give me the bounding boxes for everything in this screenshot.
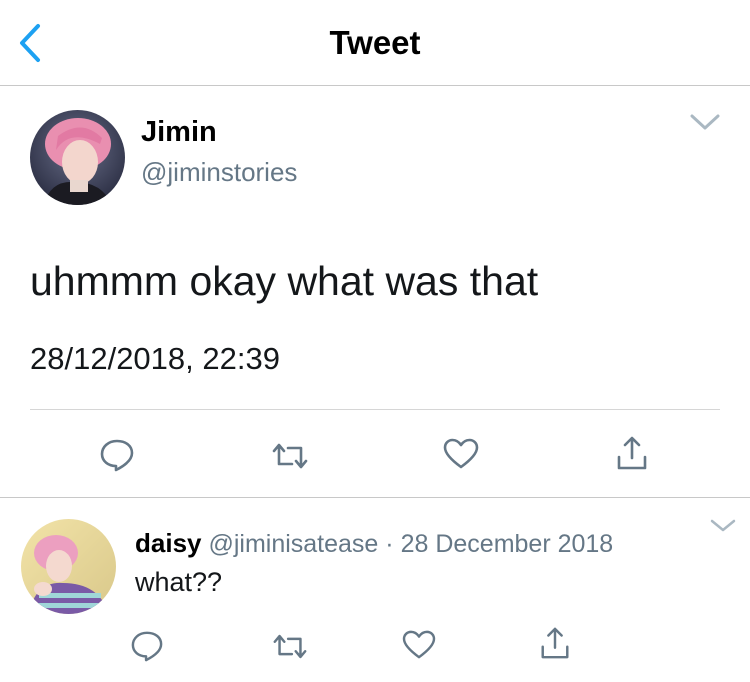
separator-dot: ·	[385, 530, 394, 558]
divider	[30, 409, 720, 410]
author-handle[interactable]: @jiminstories	[141, 157, 297, 188]
reply-author-handle[interactable]: @jiminisatease	[208, 530, 378, 558]
reply-icon	[131, 631, 163, 662]
share-button[interactable]	[614, 435, 650, 471]
reply-date: 28 December 2018	[400, 530, 614, 558]
retweet-icon	[272, 443, 308, 469]
reply-reply-button[interactable]	[130, 630, 164, 662]
reply-retweet-button[interactable]	[271, 633, 309, 660]
chevron-down-icon	[710, 519, 736, 532]
reply-author-name[interactable]: daisy	[135, 528, 202, 558]
more-options-button[interactable]	[689, 112, 721, 132]
reply-text: what??	[135, 567, 223, 597]
reply-author-avatar[interactable]	[21, 519, 116, 614]
chevron-down-icon	[690, 114, 720, 130]
reply-more-options-button[interactable]	[709, 518, 737, 534]
tweet-timestamp: 28/12/2018, 22:39	[30, 341, 280, 376]
like-icon	[402, 630, 436, 659]
avatar-image	[21, 519, 116, 614]
page-title: Tweet	[329, 24, 421, 61]
author-avatar[interactable]	[30, 110, 125, 205]
section-divider	[0, 497, 750, 498]
reply-icon	[100, 439, 134, 472]
share-icon	[541, 627, 569, 659]
avatar-image	[30, 110, 125, 205]
reply-share-button[interactable]	[538, 626, 572, 660]
retweet-icon	[273, 634, 307, 659]
share-icon	[617, 436, 647, 470]
like-icon	[443, 438, 479, 469]
author-name[interactable]: Jimin	[141, 116, 217, 149]
tweet-text: uhmmm okay what was that	[30, 258, 539, 304]
reply-like-button[interactable]	[402, 630, 436, 660]
reply-button[interactable]	[99, 438, 135, 472]
retweet-button[interactable]	[270, 442, 310, 470]
reply-header: daisy @jiminisatease · 28 December 2018	[135, 528, 613, 559]
like-button[interactable]	[443, 438, 479, 470]
